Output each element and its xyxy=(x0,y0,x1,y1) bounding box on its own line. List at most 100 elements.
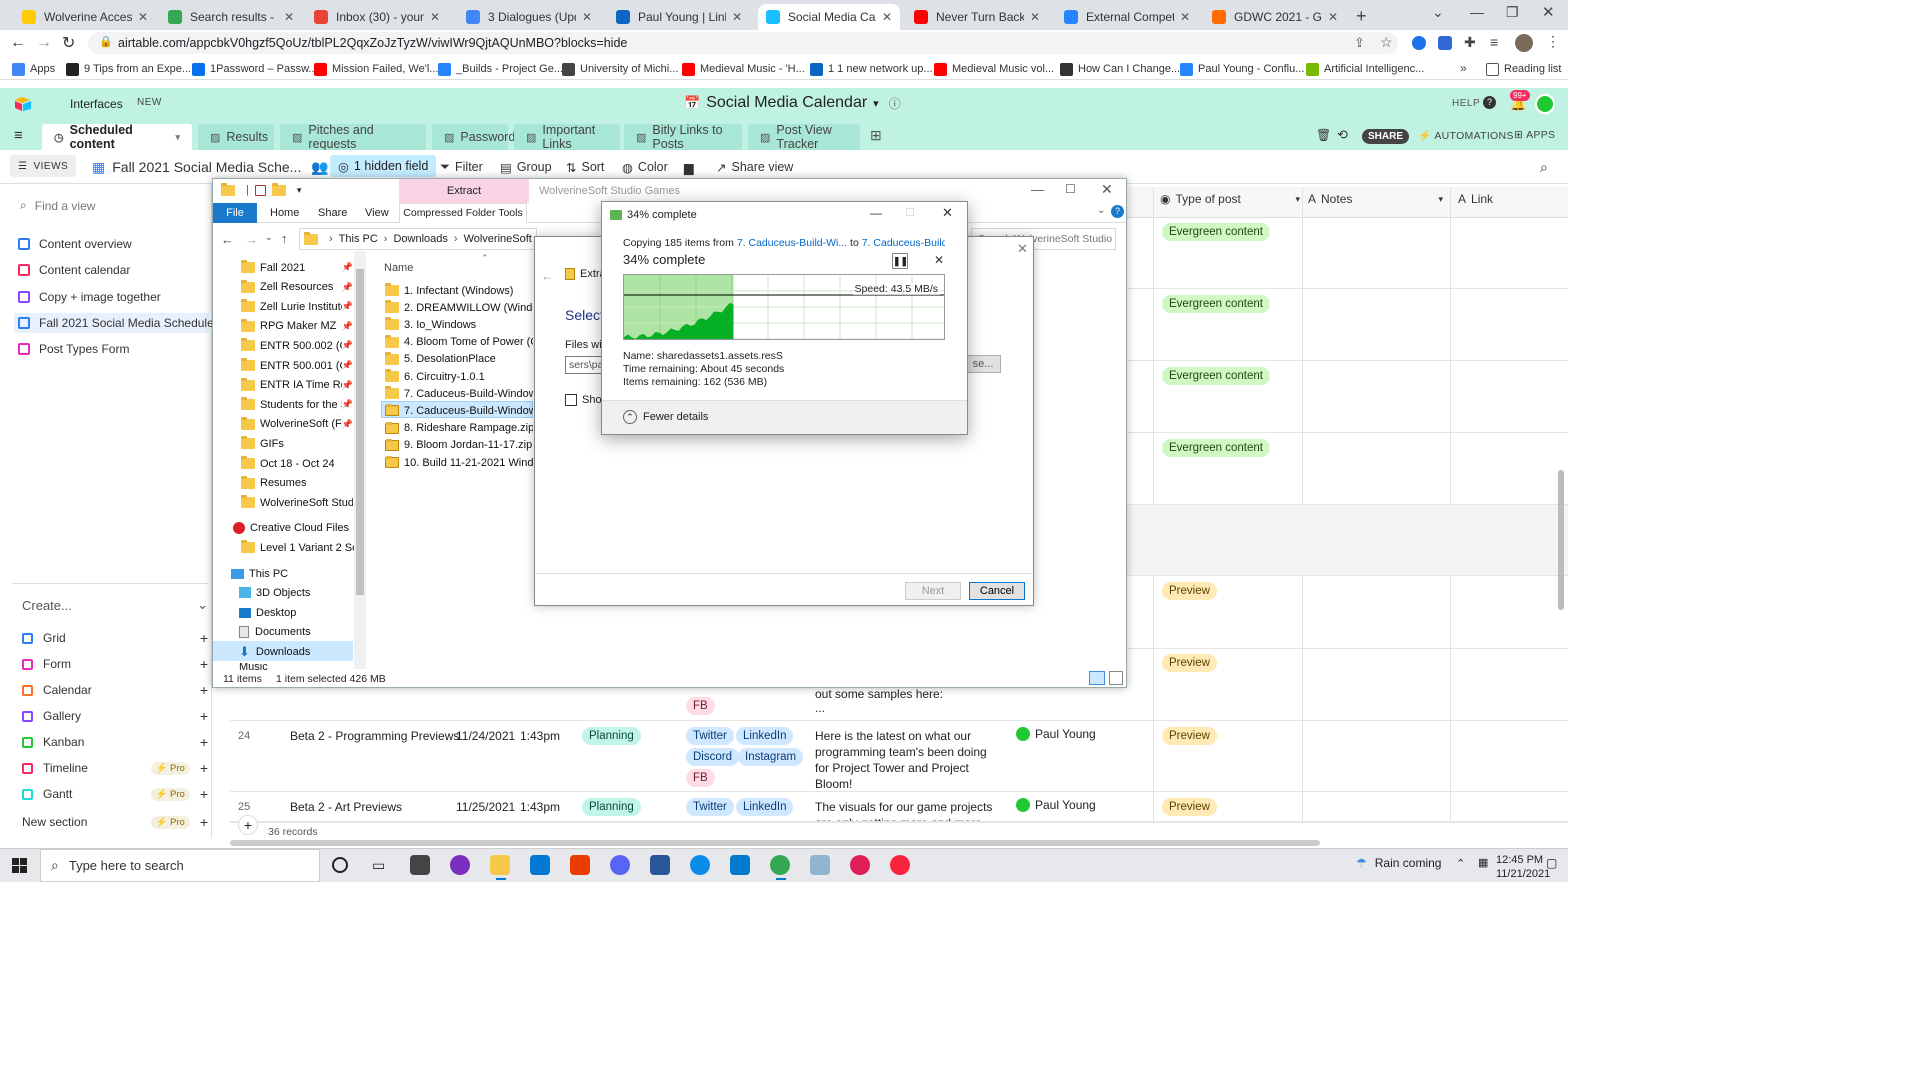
base-title[interactable]: 📅 Social Media Calendar ▾ ⓘ xyxy=(684,94,901,112)
nav-folder-item[interactable]: GIFs xyxy=(241,435,353,452)
close-icon[interactable]: ✕ xyxy=(942,205,953,221)
bookmark-item[interactable]: _Builds - Project Ge... xyxy=(438,60,563,78)
add-icon[interactable]: + xyxy=(200,786,208,802)
filter-button[interactable]: ⏷ Filter xyxy=(440,158,483,176)
file-list-item[interactable]: 10. Build 11-21-2021 Windows.z xyxy=(385,454,533,471)
file-list-item[interactable]: 4. Bloom Tome of Power (Origi xyxy=(385,334,533,351)
music-icon[interactable] xyxy=(890,855,910,875)
close-tab-icon[interactable]: ✕ xyxy=(132,10,148,24)
nav-folder-item[interactable]: Students for the Sav📌 xyxy=(241,396,353,413)
share-view-button[interactable]: ↗ Share view xyxy=(716,158,793,176)
tab-search-icon[interactable]: ⌄ xyxy=(1432,4,1444,21)
color-button[interactable]: ◍ Color xyxy=(622,158,668,176)
nav-folder-item[interactable]: RPG Maker MZ 📌 xyxy=(241,318,353,335)
help-icon[interactable]: ? xyxy=(1483,96,1496,109)
add-icon[interactable]: + xyxy=(200,682,208,698)
close-tab-icon[interactable]: ✕ xyxy=(1024,10,1040,24)
share-tab[interactable]: Share xyxy=(318,207,347,219)
bookmark-item[interactable]: Medieval Music - 'H... xyxy=(682,60,805,78)
forward-icon[interactable]: → xyxy=(245,232,258,247)
table-tab[interactable]: ◷ Scheduled content ▾ xyxy=(42,123,192,151)
task-view-icon[interactable]: ▭ xyxy=(372,857,385,874)
app-icon[interactable] xyxy=(810,855,830,875)
fewer-details-toggle[interactable]: ⌃ Fewer details xyxy=(623,410,708,424)
hamburger-icon[interactable]: ≡ xyxy=(14,127,23,144)
nav-folder-item[interactable]: Oct 18 - Oct 24 xyxy=(241,455,353,472)
bookmark-item[interactable]: University of Michi... xyxy=(562,60,678,78)
new-section-button[interactable]: New section ⚡ Pro + xyxy=(22,813,208,831)
nav-scrollbar-thumb[interactable] xyxy=(356,269,364,595)
nav-item-3d-objects[interactable]: 3D Objects xyxy=(239,584,355,601)
add-icon[interactable]: + xyxy=(200,734,208,750)
forward-icon[interactable]: → xyxy=(36,34,52,52)
large-icons-view-icon[interactable] xyxy=(1109,671,1123,685)
user-avatar[interactable] xyxy=(1535,94,1555,114)
views-toggle[interactable]: ☰ VIEWS xyxy=(10,155,77,177)
reload-icon[interactable]: ↻ xyxy=(62,33,75,53)
vertical-scrollbar[interactable] xyxy=(1558,470,1564,610)
create-view-item[interactable]: Gantt ⚡ Pro + xyxy=(22,785,208,803)
nav-folder-item[interactable]: Fall 2021 📌 xyxy=(241,259,353,276)
add-icon[interactable]: + xyxy=(200,656,208,672)
file-explorer-taskbar-icon[interactable] xyxy=(490,855,510,875)
destination-input[interactable]: sers\pa xyxy=(565,356,605,374)
add-table-icon[interactable]: ⊞ xyxy=(870,127,882,144)
bookmark-item[interactable]: Mission Failed, We'l... xyxy=(314,60,438,78)
share-page-icon[interactable]: ⇪ xyxy=(1354,35,1365,51)
new-folder-icon[interactable] xyxy=(271,182,286,196)
bookmark-item[interactable]: Medieval Music vol... xyxy=(934,60,1054,78)
add-icon[interactable]: + xyxy=(200,630,208,646)
notifications-icon[interactable]: ▢ xyxy=(1546,856,1557,870)
sidebar-view-item[interactable]: Post Types Form xyxy=(14,339,209,359)
add-icon[interactable]: + xyxy=(200,708,208,724)
create-view-item[interactable]: Kanban + xyxy=(22,733,208,751)
file-list-item[interactable]: 9. Bloom Jordan-11-17.zip xyxy=(385,437,533,454)
nav-folder-item[interactable]: Zell Lurie Institute 📌 xyxy=(241,298,353,315)
extension-icon[interactable] xyxy=(1412,36,1426,50)
pin-icon[interactable]: 📌 xyxy=(342,262,353,273)
sidebar-view-item[interactable]: Copy + image together xyxy=(14,287,209,307)
close-tab-icon[interactable]: ✕ xyxy=(424,10,440,24)
edge-icon[interactable] xyxy=(690,855,710,875)
nav-folder-item[interactable]: ENTR IA Time Repor📌 xyxy=(241,377,353,394)
close-tab-icon[interactable]: ✕ xyxy=(278,10,294,24)
chrome-icon[interactable] xyxy=(770,855,790,875)
current-view-name[interactable]: ▦Fall 2021 Social Media Sche...👥▾ xyxy=(92,158,340,176)
clock[interactable]: 12:45 PM 11/21/2021 xyxy=(1496,853,1550,881)
back-icon[interactable]: ← xyxy=(10,34,26,52)
pin-icon[interactable]: 📌 xyxy=(342,360,353,371)
store-icon[interactable] xyxy=(410,855,430,875)
column-header-type[interactable]: ◉ Type of post ▾ xyxy=(1160,192,1300,206)
file-list-item[interactable]: 7. Caduceus-Build-Windows xyxy=(385,385,533,402)
chevron-down-icon[interactable]: ▾ xyxy=(297,185,302,196)
sidebar-view-item[interactable]: Content calendar xyxy=(14,260,209,280)
nav-folder-item[interactable]: WolverineSoft Studio G xyxy=(241,494,353,511)
nav-item-downloads[interactable]: ⬇ Downloads xyxy=(239,643,355,660)
bookmark-item[interactable]: Apps xyxy=(12,60,55,78)
close-tab-icon[interactable]: ✕ xyxy=(726,10,742,24)
hidden-fields-button[interactable]: ◎ 1 hidden field xyxy=(330,155,437,177)
bookmark-star-icon[interactable]: ☆ xyxy=(1380,34,1393,51)
close-icon[interactable]: ✕ xyxy=(1017,241,1028,257)
nav-item-creative-cloud[interactable]: Creative Cloud Files xyxy=(233,519,355,536)
browser-tab[interactable]: 3 Dialogues (Updated✕ xyxy=(458,4,600,30)
bookmark-item[interactable]: 1Password – Passw... xyxy=(192,60,318,78)
create-view-item[interactable]: Form + xyxy=(22,655,208,673)
pause-button[interactable]: ❚❚ xyxy=(892,253,908,269)
browse-button[interactable]: se... xyxy=(965,355,1001,373)
puzzle-icon[interactable]: ✚ xyxy=(1464,34,1476,51)
close-tab-icon[interactable]: ✕ xyxy=(1322,10,1338,24)
nav-folder-item[interactable]: ENTR 500.001 (Gradi📌 xyxy=(241,357,353,374)
name-column-header[interactable]: Name xyxy=(384,262,413,274)
chevron-up-icon[interactable]: ⌃ xyxy=(1456,857,1465,870)
browser-tab[interactable]: External Competition✕ xyxy=(1056,4,1198,30)
file-list-item[interactable]: 7. Caduceus-Build-Windows.zip xyxy=(385,402,533,419)
table-row[interactable]: 25 Beta 2 - Art Previews 11/25/2021 1:43… xyxy=(230,792,1568,822)
pin-icon[interactable]: 📌 xyxy=(342,340,353,351)
create-view-item[interactable]: Timeline ⚡ Pro + xyxy=(22,759,208,777)
app-icon[interactable] xyxy=(450,855,470,875)
pin-icon[interactable]: 📌 xyxy=(342,301,353,312)
pin-icon[interactable]: 📌 xyxy=(342,419,353,430)
bookmark-item[interactable]: 9 Tips from an Expe... xyxy=(66,60,191,78)
pin-icon[interactable]: 📌 xyxy=(342,380,353,391)
